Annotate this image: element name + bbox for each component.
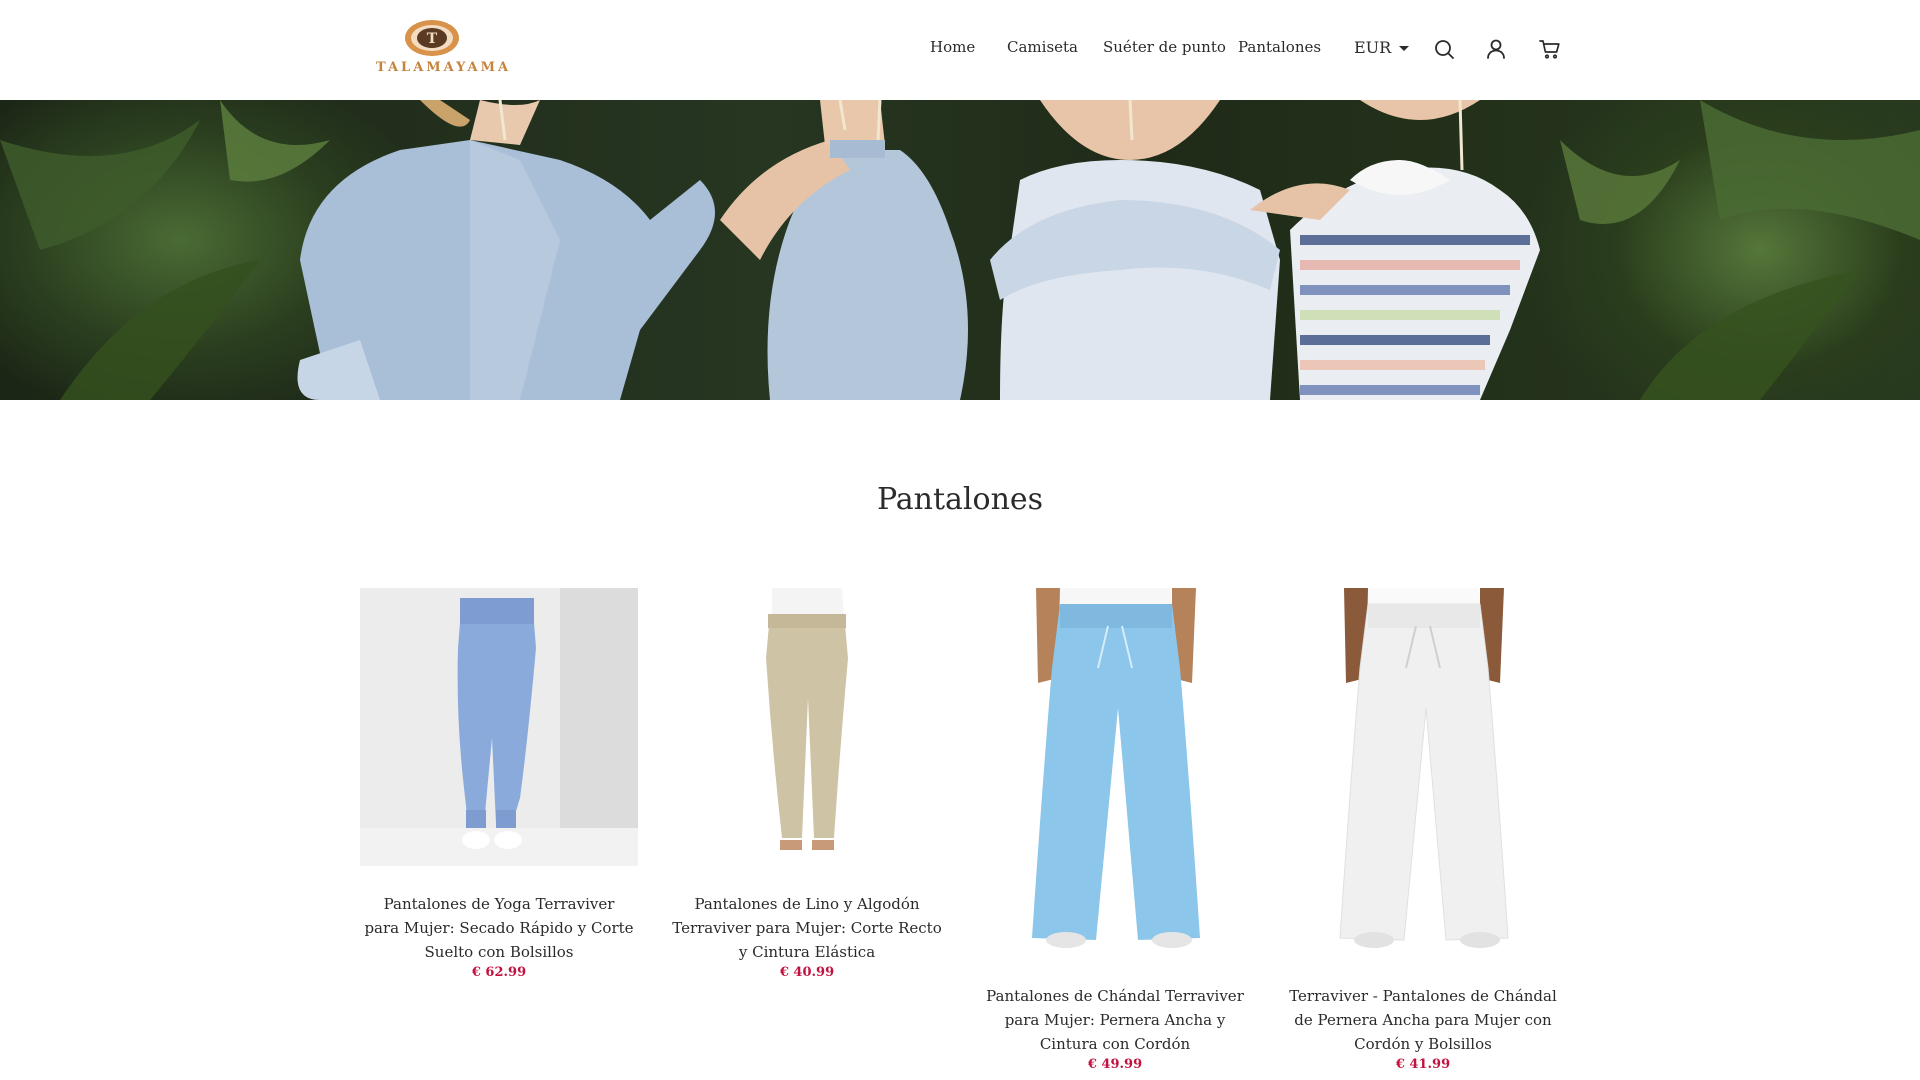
yoga-pants-image [360,588,638,866]
nav-home[interactable]: Home [930,38,975,56]
logo-wordmark: TALAMAYAMA [376,60,512,75]
site-header: T TALAMAYAMA Home Camiseta Suéter de pun… [0,0,1920,100]
product-image[interactable] [668,588,946,866]
product-price: € 62.99 [471,965,527,980]
caret-down-icon [1399,46,1410,51]
product-title[interactable]: Pantalones de Chándal Terraviver para Mu… [976,984,1254,1056]
product-card[interactable]: Pantalones de Chándal Terraviver para Mu… [976,588,1254,1072]
nav-camiseta[interactable]: Camiseta [1007,38,1078,56]
product-title[interactable]: Terraviver - Pantalones de Chándal de Pe… [1284,984,1562,1056]
hero-image [0,100,1920,400]
product-image[interactable] [1284,588,1562,958]
wide-leg-sweatpants-blue-image [976,588,1254,958]
nav-sueter-de-punto[interactable]: Suéter de punto [1103,38,1226,56]
wide-leg-sweatpants-white-image [1284,588,1562,958]
logo-emblem: T [405,20,459,56]
currency-label: EUR [1354,38,1392,57]
linen-pants-image [668,588,946,866]
collection-title: Pantalones [876,482,1044,517]
nav-pantalones[interactable]: Pantalones [1238,38,1321,56]
product-card[interactable]: Pantalones de Lino y Algodón Terraviver … [668,588,946,980]
product-image[interactable] [360,588,638,866]
hero-banner [0,100,1920,400]
site-logo[interactable]: T TALAMAYAMA [376,18,512,82]
product-title[interactable]: Pantalones de Yoga Terraviver para Mujer… [360,892,638,964]
product-title[interactable]: Pantalones de Lino y Algodón Terraviver … [668,892,946,964]
product-image[interactable] [976,588,1254,958]
product-price: € 40.99 [779,965,835,980]
account-icon[interactable] [1484,37,1508,61]
product-price: € 41.99 [1395,1057,1451,1072]
product-price: € 49.99 [1087,1057,1143,1072]
currency-selector[interactable]: EUR [1354,38,1410,62]
cart-icon[interactable] [1538,37,1562,61]
logo-letter: T [427,31,438,47]
search-icon[interactable] [1432,37,1456,61]
product-card[interactable]: Terraviver - Pantalones de Chándal de Pe… [1284,588,1562,1072]
product-card[interactable]: Pantalones de Yoga Terraviver para Mujer… [360,588,638,980]
